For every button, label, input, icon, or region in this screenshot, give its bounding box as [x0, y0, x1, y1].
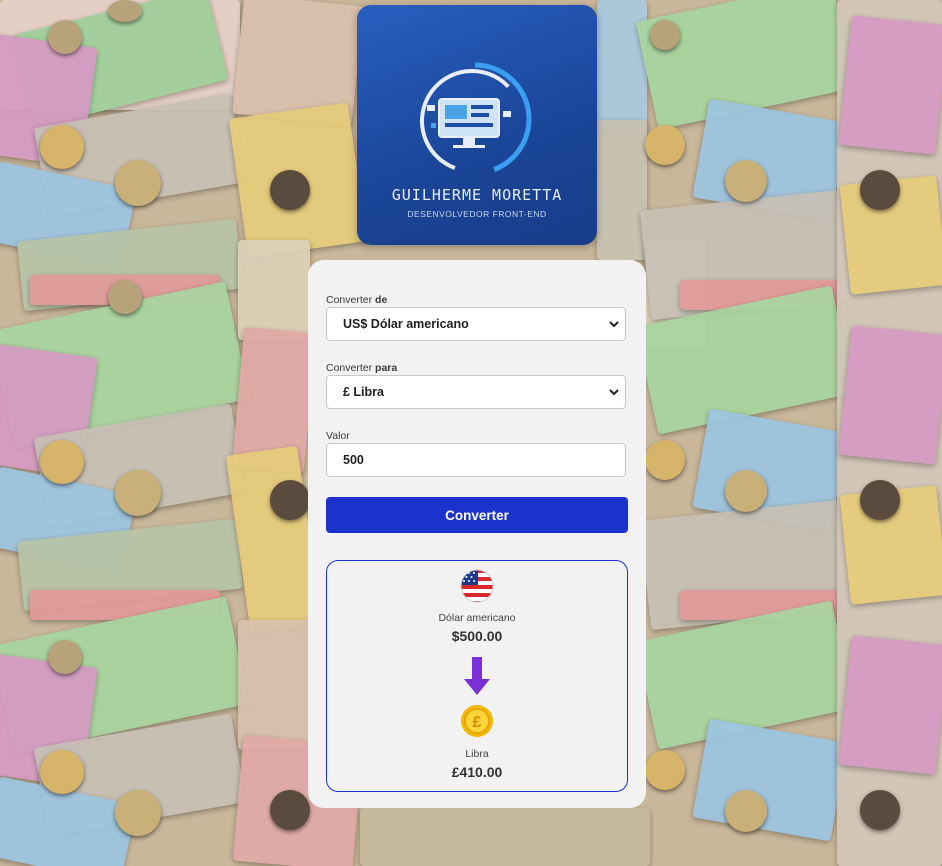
us-flag-icon: [460, 569, 494, 603]
from-label-text: Converter: [326, 294, 373, 306]
from-label: Converter de: [326, 294, 387, 306]
brand-logo: GUILHERME MORETTA DESENVOLVEDOR FRONT-EN…: [357, 5, 597, 245]
to-currency-value: £ Libra: [343, 385, 384, 399]
amount-label: Valor: [326, 430, 350, 442]
logo-name: GUILHERME MORETTA: [391, 186, 563, 204]
from-amount: $500.00: [451, 628, 503, 644]
amount-value: 500: [343, 453, 364, 467]
logo-subtitle: DESENVOLVEDOR FRONT-END: [407, 209, 547, 219]
developer-monitor-icon: [418, 62, 532, 176]
to-label-bold: para: [375, 362, 398, 374]
convert-button[interactable]: Converter: [326, 497, 628, 533]
from-currency-select[interactable]: US$ Dólar americano: [326, 307, 626, 341]
to-currency-name: Libra: [465, 748, 489, 760]
pound-coin-icon: £: [461, 705, 493, 737]
svg-text:£: £: [473, 714, 482, 731]
to-label-text: Converter: [326, 362, 373, 374]
to-currency-select[interactable]: £ Libra: [326, 375, 626, 409]
result-box: Dólar americano $500.00 £ Libra £410.00: [326, 560, 628, 792]
to-label: Converter para: [326, 362, 397, 374]
from-currency-name: Dólar americano: [438, 612, 516, 624]
from-label-bold: de: [375, 294, 388, 306]
arrow-down-icon: [464, 657, 490, 695]
amount-input[interactable]: 500: [326, 443, 626, 477]
chevron-down-icon: [609, 389, 619, 396]
chevron-down-icon: [609, 321, 619, 328]
from-currency-value: US$ Dólar americano: [343, 317, 469, 331]
converter-card: Converter de US$ Dólar americano Convert…: [308, 260, 646, 808]
to-amount: £410.00: [451, 764, 503, 780]
